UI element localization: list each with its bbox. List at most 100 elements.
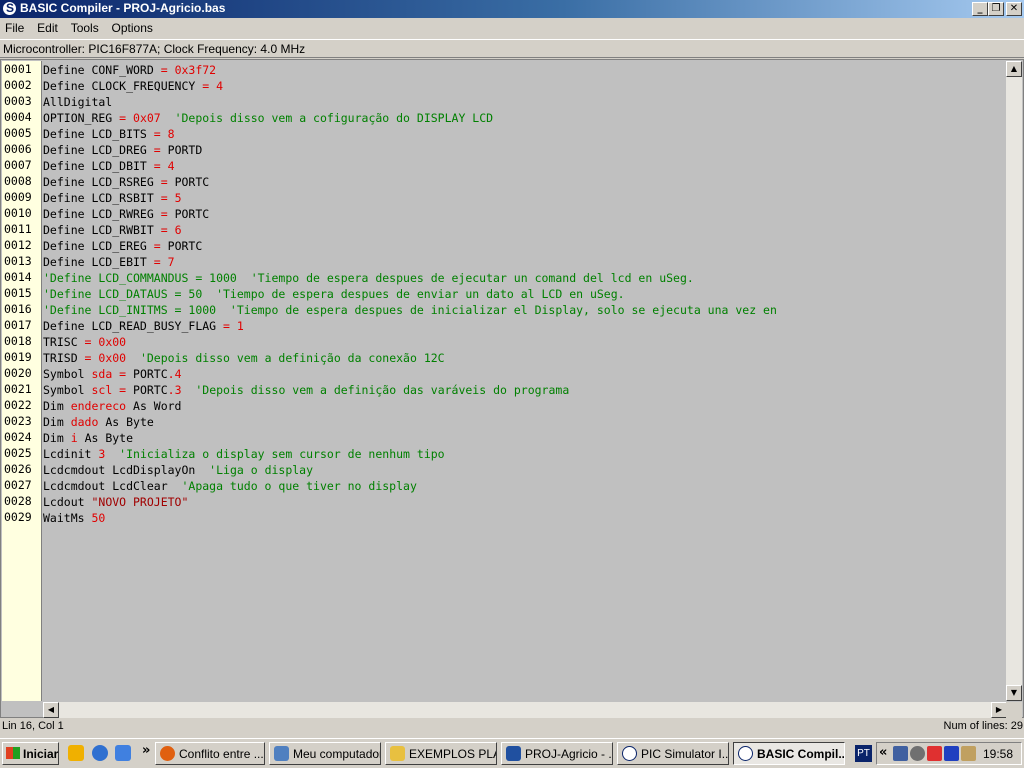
tray-expand-icon[interactable]: « (879, 745, 887, 760)
line-number: 0021 (4, 382, 32, 396)
start-button[interactable]: Iniciar (2, 742, 59, 765)
task-basic-compiler[interactable]: BASIC Compil... (733, 742, 845, 765)
line-number: 0017 (4, 318, 32, 332)
line-number: 0016 (4, 302, 32, 316)
code-token: .4 (167, 367, 182, 381)
code-token: = (112, 367, 134, 381)
line-number: 0001 (4, 62, 32, 76)
task-exemplos[interactable]: EXEMPLOS PLA... (385, 742, 497, 765)
code-line[interactable]: Define LCD_EBIT = 7 (43, 254, 1007, 270)
task-label: EXEMPLOS PLA... (409, 747, 496, 761)
code-token: = (160, 207, 175, 221)
code-token: = (153, 255, 168, 269)
code-line[interactable]: TRISD = 0x00 'Depois disso vem a definiç… (43, 350, 1007, 366)
restore-button[interactable]: ❐ (988, 2, 1004, 16)
tray-monitor-icon[interactable] (944, 746, 959, 761)
task-label: Conflito entre ... (179, 747, 264, 761)
quicklaunch-desktop-icon[interactable] (115, 745, 131, 761)
tray-network-icon[interactable] (893, 746, 908, 761)
menu-options[interactable]: Options (107, 18, 157, 35)
code-token: Lcdout (43, 495, 92, 509)
code-line[interactable]: AllDigital (43, 94, 1007, 110)
tray-disk-icon[interactable] (910, 746, 925, 761)
code-token: .3 (167, 383, 182, 397)
code-token: 'Define LCD_INITMS = 1000 'Tiempo de esp… (43, 303, 777, 317)
basic-compiler-icon (738, 746, 753, 761)
code-line[interactable]: Define LCD_DREG = PORTD (43, 142, 1007, 158)
code-line[interactable]: Dim dado As Byte (43, 414, 1007, 430)
scroll-left-arrow-icon[interactable]: ◀ (43, 702, 59, 718)
task-proj-agricio[interactable]: PROJ-Agricio - ... (501, 742, 613, 765)
tray-antivirus-icon[interactable] (927, 746, 942, 761)
task-pic-simulator[interactable]: PIC Simulator I... (617, 742, 729, 765)
language-indicator[interactable]: PT (855, 745, 872, 762)
menu-tools[interactable]: Tools (66, 18, 103, 35)
code-line[interactable]: Define LCD_RWBIT = 6 (43, 222, 1007, 238)
code-line[interactable]: 'Define LCD_INITMS = 1000 'Tiempo de esp… (43, 302, 1007, 318)
code-line[interactable]: Lcdcmdout LcdDisplayOn 'Liga o display (43, 462, 1007, 478)
code-token: = (84, 335, 99, 349)
code-line[interactable]: TRISC = 0x00 (43, 334, 1007, 350)
task-conflito[interactable]: Conflito entre ... (155, 742, 265, 765)
code-token: = (160, 223, 175, 237)
line-number: 0013 (4, 254, 32, 268)
window-controls: _ ❐ ✕ (972, 2, 1022, 16)
menu-edit[interactable]: Edit (32, 18, 62, 35)
minimize-button[interactable]: _ (972, 2, 988, 16)
code-token: = (84, 351, 99, 365)
scroll-down-arrow-icon[interactable]: ▼ (1006, 685, 1022, 701)
code-token: = (223, 319, 237, 333)
firefox-icon (160, 746, 175, 761)
app-icon[interactable] (2, 1, 17, 16)
code-line[interactable]: Symbol scl = PORTC.3 'Depois disso vem a… (43, 382, 1007, 398)
code-token: endereco (70, 399, 127, 413)
menu-file[interactable]: File (0, 18, 28, 35)
clock: 19:58 (982, 747, 1013, 761)
code-line[interactable]: 'Define LCD_DATAUS = 50 'Tiempo de esper… (43, 286, 1007, 302)
code-line[interactable]: Lcdout "NOVO PROJETO" (43, 494, 1007, 510)
quicklaunch-ie-icon[interactable] (92, 745, 108, 761)
vertical-scrollbar[interactable]: ▲ ▼ (1006, 61, 1022, 701)
horizontal-scrollbar[interactable]: ◀ ▶ (43, 702, 1007, 718)
code-token: 50 (91, 511, 106, 525)
code-line[interactable]: Dim i As Byte (43, 430, 1007, 446)
code-editor[interactable]: 0001 0002 0003 0004 0005 0006 0007 0008 0009 0010… (0, 59, 1024, 718)
code-line[interactable]: Define LCD_BITS = 8 (43, 126, 1007, 142)
code-line[interactable]: Define LCD_RSBIT = 5 (43, 190, 1007, 206)
quicklaunch-users-icon[interactable] (68, 745, 84, 761)
tray-tool-icon[interactable] (961, 746, 976, 761)
code-line[interactable]: Define LCD_DBIT = 4 (43, 158, 1007, 174)
code-line[interactable]: Dim endereco As Word (43, 398, 1007, 414)
code-line[interactable]: OPTION_REG = 0x07 'Depois disso vem a co… (43, 110, 1007, 126)
code-line[interactable]: Define CONF_WORD = 0x3f72 (43, 62, 1007, 78)
code-token: Define LCD_READ_BUSY_FLAG (43, 319, 224, 333)
system-tray: « 19:58 (876, 742, 1022, 765)
code-token: 4 (167, 159, 175, 173)
code-line[interactable]: Define LCD_READ_BUSY_FLAG = 1 (43, 318, 1007, 334)
code-token: = (160, 175, 175, 189)
line-count: Num of lines: 29 (943, 720, 1023, 732)
code-line[interactable]: Define LCD_RWREG = PORTC (43, 206, 1007, 222)
quicklaunch-more-icon[interactable]: » (142, 743, 150, 758)
code-line[interactable]: Lcdcmdout LcdClear 'Apaga tudo o que tiv… (43, 478, 1007, 494)
code-line[interactable]: Define LCD_RSREG = PORTC (43, 174, 1007, 190)
code-token: Define CONF_WORD (43, 63, 161, 77)
title-bar: BASIC Compiler - PROJ-Agricio.bas _ ❐ ✕ (0, 0, 1024, 18)
line-number: 0002 (4, 78, 32, 92)
code-line[interactable]: Lcdinit 3 'Inicializa o display sem curs… (43, 446, 1007, 462)
code-line[interactable]: Define LCD_EREG = PORTC (43, 238, 1007, 254)
close-button[interactable]: ✕ (1006, 2, 1022, 16)
code-token: 0x00 (98, 351, 127, 365)
pic-simulator-icon (622, 746, 637, 761)
code-token: 6 (174, 223, 182, 237)
code-token: PORTC (174, 175, 210, 189)
code-line[interactable]: Define CLOCK_FREQUENCY = 4 (43, 78, 1007, 94)
scroll-up-arrow-icon[interactable]: ▲ (1006, 61, 1022, 77)
code-line[interactable]: WaitMs 50 (43, 510, 1007, 526)
code-line[interactable]: Symbol sda = PORTC.4 (43, 366, 1007, 382)
code-area[interactable]: Define CONF_WORD = 0x3f72 Define CLOCK_FR… (43, 62, 1007, 702)
scroll-right-arrow-icon[interactable]: ▶ (991, 702, 1007, 718)
code-line[interactable]: 'Define LCD_COMMANDUS = 1000 'Tiempo de … (43, 270, 1007, 286)
task-meu-computador[interactable]: Meu computador (269, 742, 381, 765)
code-token: WaitMs (43, 511, 92, 525)
